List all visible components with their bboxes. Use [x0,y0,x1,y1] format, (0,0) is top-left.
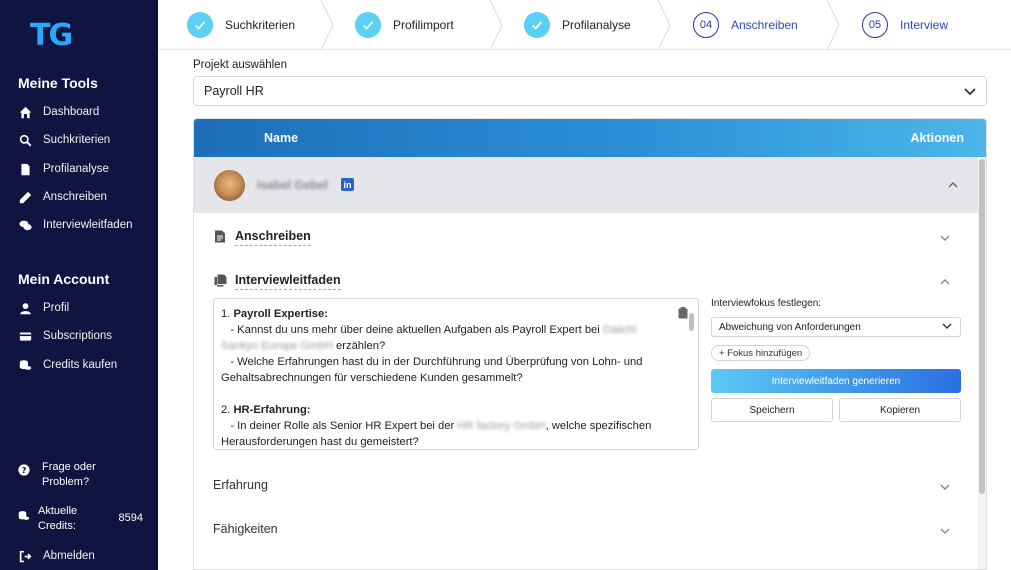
section-title: Fähigkeiten [213,522,278,536]
linkedin-icon[interactable]: in [341,178,354,191]
generate-guide-button[interactable]: Interviewleitfaden generieren [711,369,961,393]
clipboard-icon[interactable] [678,307,688,319]
credits-value: 8594 [118,512,143,524]
chevron-down-icon [942,323,952,329]
home-icon [18,105,32,119]
card-icon [18,329,32,343]
sidebar-item-interviewleitfaden[interactable]: Interviewleitfaden [18,215,133,235]
section-title: Interviewleitfaden [235,273,341,290]
coins-icon [18,510,30,525]
sidebar-item-profilanalyse[interactable]: Profilanalyse [18,159,109,179]
chevron-up-icon[interactable] [948,181,958,189]
svg-text:?: ? [22,465,27,475]
project-select-value: Payroll HR [204,84,264,98]
column-header-name: Name [264,131,299,145]
sidebar-item-anschreiben[interactable]: Anschreiben [18,187,107,207]
interview-focus-panel: Interviewfokus festlegen: Abweichung von… [711,298,961,422]
scrollbar-thumb[interactable] [979,159,985,494]
step-interview[interactable]: 05 Interview [862,0,948,50]
focus-select[interactable]: Abweichung von Anforderungen [711,317,961,337]
document-icon [18,162,32,176]
step-number: 04 [693,12,719,38]
account-heading: Mein Account [18,271,110,287]
step-anschreiben[interactable]: 04 Anschreiben [693,0,798,50]
candidate-table: Name Aktionen Isabel Gebel in Anschreibe… [193,118,987,570]
step-profilimport[interactable]: Profilimport [355,0,454,50]
table-row[interactable]: Isabel Gebel in [194,157,986,213]
check-icon [187,12,213,38]
user-icon [18,301,32,315]
step-suchkriterien[interactable]: Suchkriterien [187,0,295,50]
section-erfahrung[interactable]: Erfahrung [194,471,978,501]
focus-label: Interviewfokus festlegen: [711,298,822,309]
help-link[interactable]: ? Frage oder Problem? [18,460,112,490]
chevron-down-icon[interactable] [940,234,950,242]
sidebar-item-dashboard[interactable]: Dashboard [18,102,99,122]
pencil-icon [18,190,32,204]
sidebar-item-credits-kaufen[interactable]: Credits kaufen [18,355,117,375]
chat-icon [18,218,32,232]
chevron-down-icon[interactable] [940,527,950,535]
candidate-name: Isabel Gebel [257,178,328,192]
logout-icon [18,549,32,563]
step-profilanalyse[interactable]: Profilanalyse [524,0,631,50]
documents-icon [214,274,227,287]
sidebar-item-profil[interactable]: Profil [18,298,69,318]
table-scrollbar[interactable] [978,157,986,569]
question-icon: ? [18,464,30,479]
add-focus-button[interactable]: + Fokus hinzufügen [711,345,811,361]
section-title: Anschreiben [235,229,311,246]
coins-icon [18,358,32,372]
sidebar-item-subscriptions[interactable]: Subscriptions [18,326,112,346]
textarea-scrollbar[interactable] [689,313,694,331]
section-interviewleitfaden[interactable]: Interviewleitfaden [194,266,978,296]
project-select[interactable]: Payroll HR [193,76,987,106]
project-select-label: Projekt auswählen [193,59,287,71]
column-header-actions: Aktionen [910,131,964,145]
table-header: Name Aktionen [194,119,986,157]
step-separator [320,0,334,50]
copy-button[interactable]: Kopieren [839,398,961,422]
check-icon [355,12,381,38]
progress-stepper: Suchkriterien Profilimport Profilanalyse… [158,0,1011,50]
step-separator [657,0,671,50]
chevron-down-icon[interactable] [940,483,950,491]
section-faehigkeiten[interactable]: Fähigkeiten [194,515,978,545]
save-button[interactable]: Speichern [711,398,833,422]
app-logo[interactable]: TG [30,18,86,54]
step-number: 05 [862,12,888,38]
logout-button[interactable]: Abmelden [18,546,95,566]
tools-heading: Meine Tools [18,75,98,91]
section-anschreiben[interactable]: Anschreiben [194,222,978,252]
interview-guide-textarea[interactable]: 1. Payroll Expertise: - Kannst du uns me… [213,298,699,450]
step-separator [826,0,840,50]
chevron-down-icon [964,88,976,96]
check-icon [524,12,550,38]
section-title: Erfahrung [213,478,268,492]
document-icon [215,230,225,243]
search-icon [18,133,32,147]
chevron-up-icon[interactable] [940,278,950,286]
step-separator [489,0,503,50]
avatar [214,170,245,201]
sidebar: TG Meine Tools Dashboard Suchkriterien P… [0,0,158,570]
credits-display: Aktuelle Credits: 8594 [18,504,143,534]
sidebar-item-suchkriterien[interactable]: Suchkriterien [18,130,110,150]
